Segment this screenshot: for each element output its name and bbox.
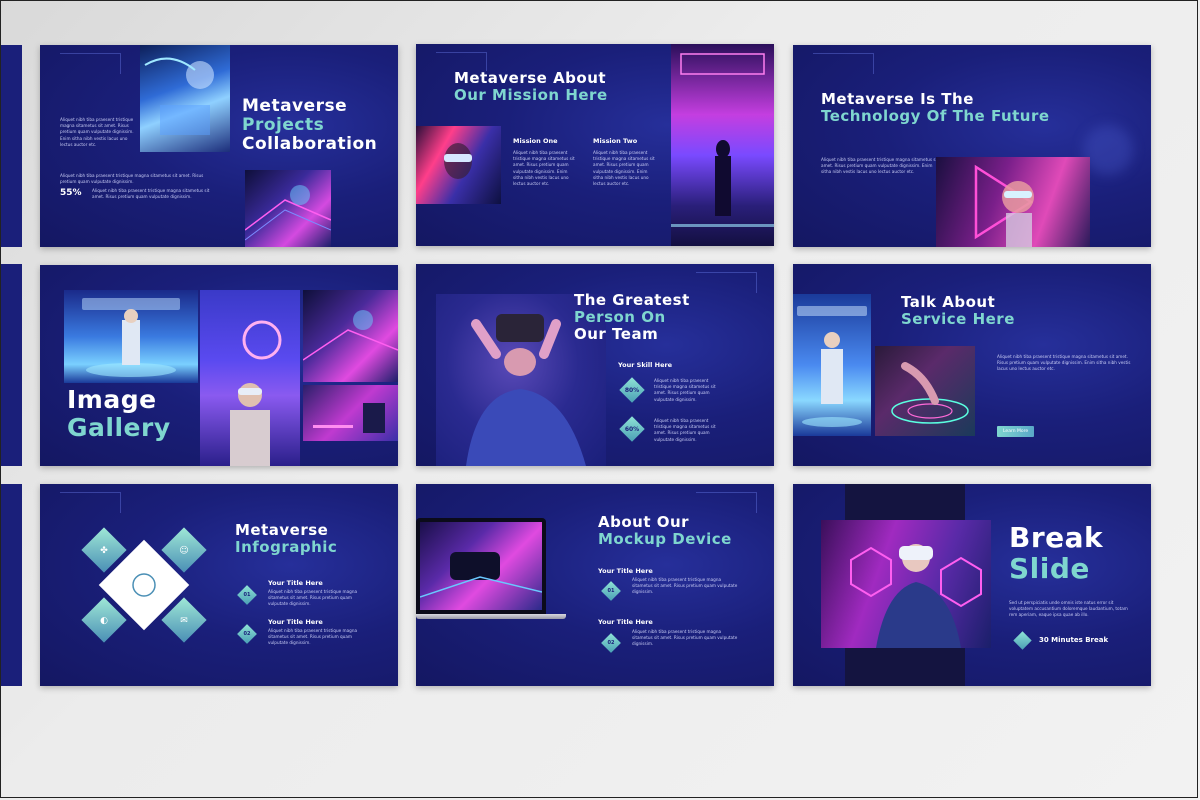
background-glow [1083,125,1133,175]
laptop-screen-vr-photo [420,522,542,610]
slide-metaverse-infographic[interactable]: ✤ ☺ ◐ ✉ Metaverse Infographic Your Title… [40,484,398,686]
item-1-text: Aliquet nibh tiba praesent tristique mag… [268,589,358,607]
partial-slide-edge-1 [0,45,22,247]
slide-title: Image Gallery [67,385,171,442]
skill-heading: Your Skill Here [618,361,673,369]
break-duration-label: 30 Minutes Break [1039,636,1109,644]
slide-greatest-person[interactable]: The Greatest Person On Our Team Your Ski… [416,264,774,466]
stat-text: Aliquet nibh tiba praesent tristique mag… [92,188,210,200]
item-1-heading: Your Title Here [268,579,323,587]
slide-title: Metaverse Is The Technology Of The Futur… [821,90,1050,125]
item-1-heading: Your Title Here [598,567,653,575]
slide-talk-about-service[interactable]: Talk About Service Here Aliquet nibh tib… [793,264,1151,466]
man-vr-hexagon-photo [821,520,991,648]
decorative-circuit-line [60,492,121,513]
decorative-circuit-line [60,53,121,74]
learn-more-button[interactable]: Learn More [997,426,1035,437]
partial-slide-edge-3 [0,484,22,686]
neon-triangle-woman-photo [936,157,1090,247]
item-2-number: 02 [243,631,251,637]
item-2-number: 02 [607,640,615,646]
slide-our-mission[interactable]: Metaverse About Our Mission Here Mission… [416,44,774,246]
neon-corridor-photo [671,44,774,246]
skill-value-2: 60% [624,426,640,433]
slide-projects-collaboration[interactable]: Metaverse Projects Collaboration Aliquet… [40,45,398,247]
slide-title: Metaverse Projects Collaboration [242,96,378,155]
partial-slide-edge-2 [0,264,22,466]
item-2-heading: Your Title Here [268,618,323,626]
decorative-circuit-line [813,53,874,74]
mission-two-text: Aliquet nibh tiba praesent tristique mag… [593,150,655,187]
slide-image-gallery[interactable]: Image Gallery [40,265,398,466]
toggle-icon: ◐ [100,616,108,626]
mission-two-heading: Mission Two [593,137,638,145]
slide-break[interactable]: Break Slide Sed ut perspiciatis unde omn… [793,484,1151,686]
slide-mockup-device[interactable]: About Our Mockup Device Your Title Here … [416,484,774,686]
vr-girl-neon-photo [200,290,300,466]
item-2-heading: Your Title Here [598,618,653,626]
chat-icon: ✉ [180,616,188,626]
neon-vr-headset-photo [245,170,331,247]
body-text: Aliquet nibh tiba praesent tristique mag… [60,117,134,147]
hologram-seated-man-photo [793,294,871,436]
item-1-text: Aliquet nibh tiba praesent tristique mag… [632,577,738,595]
slide-title: Break Slide [1009,521,1104,586]
slide-title: The Greatest Person On Our Team [574,291,690,343]
item-1-number: 01 [607,588,615,594]
neon-desk-photo [303,385,398,441]
skill-value-1: 80% [624,387,640,394]
body-text: Sed ut perspiciatis unde omnis iste natu… [1009,600,1128,618]
slide-title: Metaverse About Our Mission Here [454,69,608,104]
skill-text-2: Aliquet nibh tiba praesent tristique mag… [654,418,716,442]
slide-title: Talk About Service Here [901,293,1015,328]
mission-one-heading: Mission One [513,137,558,145]
body-text: Aliquet nibh tiba praesent tristique mag… [821,157,939,175]
item-2-text: Aliquet nibh tiba praesent tristique mag… [268,628,358,646]
vr-woman-photo [416,126,501,204]
slide-title: Metaverse Infographic [235,521,338,556]
clover-icon: ✤ [100,546,108,556]
slide-title: About Our Mockup Device [598,513,732,548]
hologram-man-photo [64,290,198,383]
stat-value: 55% [60,188,82,198]
item-1-number: 01 [243,592,251,598]
item-2-text: Aliquet nibh tiba praesent tristique mag… [632,629,738,647]
skill-text-1: Aliquet nibh tiba praesent tristique mag… [654,378,716,402]
head-gear-icon: ☺ [179,546,189,556]
body-text: Aliquet nibh tiba praesent tristique mag… [997,354,1131,372]
laptop-base [416,614,566,619]
clock-badge [1013,631,1032,650]
slide-technology-future[interactable]: Metaverse Is The Technology Of The Futur… [793,45,1151,247]
decorative-circuit-line [696,272,757,293]
lab-researcher-photo [140,45,230,152]
body-text: Aliquet nibh tiba praesent tristique mag… [60,173,204,185]
neon-headset-closeup-photo [303,290,398,382]
mission-one-text: Aliquet nibh tiba praesent tristique mag… [513,150,575,187]
decorative-circuit-line [696,492,757,513]
hand-hologram-interface-photo [875,346,975,436]
